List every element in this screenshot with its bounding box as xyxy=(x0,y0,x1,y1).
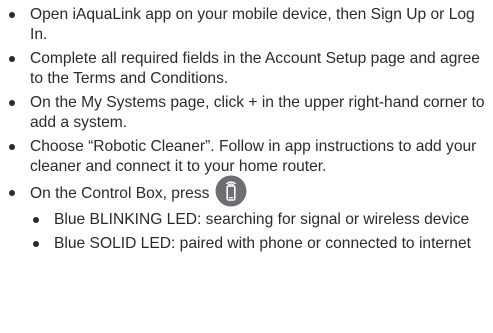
press-instruction-text: On the Control Box, press xyxy=(30,185,210,202)
setup-steps-list: Open iAquaLink app on your mobile device… xyxy=(6,5,487,254)
led-solid-item: Blue SOLID LED: paired with phone or con… xyxy=(30,234,487,254)
step-choose-cleaner: Choose “Robotic Cleaner”. Follow in app … xyxy=(6,137,487,177)
press-row: On the Control Box, press xyxy=(30,175,487,207)
step-add-system: On the My Systems page, click + in the u… xyxy=(6,93,487,133)
step-open-app: Open iAquaLink app on your mobile device… xyxy=(6,5,487,45)
led-status-list: Blue BLINKING LED: searching for signal … xyxy=(30,210,487,254)
instructions-page: Open iAquaLink app on your mobile device… xyxy=(0,0,493,333)
wireless-phone-icon xyxy=(215,175,247,207)
step-press-button: On the Control Box, press Blue BLINKING … xyxy=(6,175,487,254)
led-blinking-item: Blue BLINKING LED: searching for signal … xyxy=(30,210,487,230)
step-account-setup: Complete all required fields in the Acco… xyxy=(6,49,487,89)
